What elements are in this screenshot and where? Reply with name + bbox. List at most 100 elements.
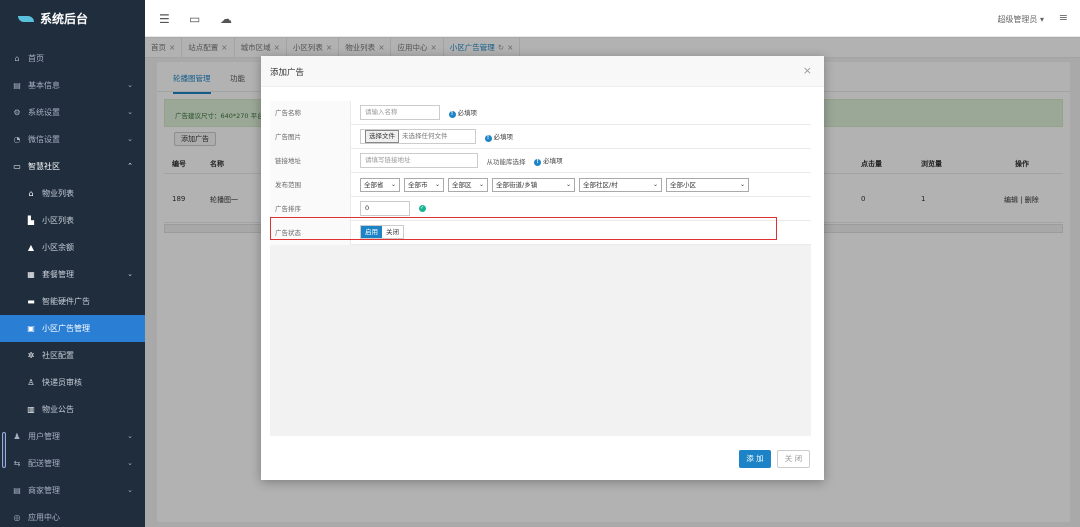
sidebar-item-label: 物业列表 (42, 189, 74, 198)
ad-name-input[interactable]: 请输入名称 (360, 105, 440, 120)
close-button[interactable]: 关 闭 (777, 450, 810, 468)
add-ad-dialog: 添加广告 × 广告名称 请输入名称 ! 必填项 广告图片 选择文件 未选择任何文件 … (261, 56, 824, 480)
chevron-down-icon: ⌄ (565, 181, 571, 188)
sidebar-item-app-center[interactable]: ◎ 应用中心 (0, 504, 145, 527)
city-select[interactable]: 全部市 ⌄ (404, 178, 444, 192)
sidebar-subitem-hardware-ad[interactable]: ▬ 智能硬件广告 (0, 288, 145, 315)
app-logo: 系统后台 (0, 0, 145, 37)
sidebar-subitem-estate-balance[interactable]: ▲ 小区余额 (0, 234, 145, 261)
sidebar-nav: ⌂ 首页 ▤ 基本信息 ⌄ ⚙ 系统设置 ⌄ ◔ 微信设置 ⌄ ▭ 智慧社区 ⌃ ⌂ 物业列表 ▙ 小… (0, 45, 145, 527)
required-hint: ! 必填项 (448, 107, 478, 118)
indent-icon[interactable]: ☰ (159, 12, 170, 26)
sidebar-scroll-handle[interactable] (2, 432, 6, 468)
ad-sort-input[interactable]: 0 (360, 201, 410, 216)
menu-icon[interactable]: ≡ (1059, 11, 1068, 24)
sidebar-subitem-courier-review[interactable]: ♙ 快递员审核 (0, 369, 145, 396)
gear-icon: ⚙ (13, 108, 21, 117)
ad-image-file-input[interactable]: 选择文件 未选择任何文件 (360, 129, 476, 144)
hardware-icon: ▬ (27, 297, 35, 306)
sidebar-item-home[interactable]: ⌂ 首页 (0, 45, 145, 72)
sidebar-item-delivery-management[interactable]: ⇆ 配送管理 ⌄ (0, 450, 145, 477)
sidebar-item-label: 小区余额 (42, 243, 74, 252)
chevron-down-icon: ⌄ (434, 181, 440, 188)
select-value: 全部市 (408, 181, 428, 189)
chevron-down-icon: ⌄ (127, 270, 133, 278)
form-row-link: 链接地址 请填写链接地址 从功能库选择 ! 必填项 (270, 149, 811, 173)
sidebar-item-label: 社区配置 (42, 351, 74, 360)
dialog-footer: 添 加 关 闭 (261, 436, 824, 480)
community-icon: ▭ (13, 162, 21, 171)
select-from-library-link[interactable]: 从功能库选择 (487, 156, 526, 166)
user-icon: ♟ (13, 432, 21, 441)
home-icon: ⌂ (28, 189, 34, 198)
sidebar-item-label: 套餐管理 (42, 270, 74, 279)
chevron-down-icon: ⌄ (127, 108, 133, 116)
sidebar-item-label: 快递员审核 (42, 378, 82, 387)
info-icon: ! (448, 111, 456, 118)
monitor-icon[interactable]: ▭ (189, 12, 200, 26)
sidebar-subitem-community-config[interactable]: ✲ 社区配置 (0, 342, 145, 369)
chevron-down-icon: ⌄ (127, 135, 133, 143)
file-status-text: 未选择任何文件 (402, 132, 448, 140)
courier-icon: ♙ (27, 378, 35, 387)
select-value: 全部小区 (670, 181, 696, 189)
close-icon[interactable]: × (803, 64, 812, 77)
chevron-up-icon: ⌃ (127, 162, 133, 170)
config-icon: ✲ (27, 351, 35, 360)
package-icon: ▦ (27, 270, 35, 279)
top-bar: ☰ ▭ ☁ 超级管理员 ▾ ≡ (145, 0, 1080, 37)
ad-icon: ▣ (27, 324, 35, 333)
sidebar-subitem-property-notice[interactable]: ▥ 物业公告 (0, 396, 145, 423)
choose-file-button[interactable]: 选择文件 (365, 130, 399, 143)
sidebar-subitem-estate-ad[interactable]: ▣ 小区广告管理 (0, 315, 145, 342)
sidebar-item-label: 小区列表 (42, 216, 74, 225)
field-label: 链接地址 (270, 149, 351, 173)
list-icon: ▤ (13, 81, 21, 90)
notice-icon: ▥ (27, 405, 35, 414)
sidebar-subitem-estate-list[interactable]: ▙ 小区列表 (0, 207, 145, 234)
sidebar-item-label: 用户管理 (28, 432, 60, 441)
field-label: 发布范围 (270, 173, 351, 197)
balance-icon: ▲ (27, 243, 35, 252)
required-text: 必填项 (493, 133, 514, 141)
app-title: 系统后台 (40, 12, 89, 26)
bird-logo-icon (18, 15, 34, 23)
sidebar-item-label: 应用中心 (28, 513, 60, 522)
dialog-body: 广告名称 请输入名称 ! 必填项 广告图片 选择文件 未选择任何文件 ! 必填项 链接… (270, 101, 811, 436)
sidebar-item-label: 商家管理 (28, 486, 60, 495)
sidebar-item-basic-info[interactable]: ▤ 基本信息 ⌄ (0, 72, 145, 99)
add-button[interactable]: 添 加 (739, 450, 771, 468)
field-label: 广告图片 (270, 125, 351, 149)
street-select[interactable]: 全部街道/乡镇 ⌄ (492, 178, 575, 192)
district-select[interactable]: 全部区 ⌄ (448, 178, 488, 192)
sidebar-item-label: 基本信息 (28, 81, 60, 90)
sidebar-item-label: 智能硬件广告 (42, 297, 90, 306)
form-row-name: 广告名称 请输入名称 ! 必填项 (270, 101, 811, 125)
sidebar-subitem-package[interactable]: ▦ 套餐管理 ⌄ (0, 261, 145, 288)
chevron-down-icon: ⌄ (127, 486, 133, 494)
sidebar-item-user-management[interactable]: ♟ 用户管理 ⌄ (0, 423, 145, 450)
ad-link-input[interactable]: 请填写链接地址 (360, 153, 478, 168)
chevron-down-icon: ⌄ (390, 181, 396, 188)
field-label: 广告名称 (270, 101, 351, 125)
sidebar-item-label: 智慧社区 (28, 162, 60, 171)
user-menu[interactable]: 超级管理员 ▾ (997, 14, 1044, 25)
sidebar-item-system-settings[interactable]: ⚙ 系统设置 ⌄ (0, 99, 145, 126)
building-icon: ▙ (27, 216, 35, 225)
info-icon: ! (484, 135, 492, 142)
required-text: 必填项 (457, 109, 478, 117)
delivery-icon: ⇆ (13, 459, 21, 468)
sidebar-item-smart-community[interactable]: ▭ 智慧社区 ⌃ (0, 153, 145, 180)
sidebar-subitem-property-list[interactable]: ⌂ 物业列表 (0, 180, 145, 207)
cloud-icon[interactable]: ☁ (220, 12, 232, 26)
community-select[interactable]: 全部社区/村 ⌄ (579, 178, 662, 192)
sidebar-item-wechat-settings[interactable]: ◔ 微信设置 ⌄ (0, 126, 145, 153)
estate-select[interactable]: 全部小区 ⌄ (666, 178, 749, 192)
sidebar-item-label: 配送管理 (28, 459, 60, 468)
check-icon: ✓ (418, 205, 426, 212)
province-select[interactable]: 全部省 ⌄ (360, 178, 400, 192)
chevron-down-icon: ⌄ (739, 181, 745, 188)
select-value: 全部区 (452, 181, 472, 189)
sidebar-item-merchant-management[interactable]: ▤ 商家管理 ⌄ (0, 477, 145, 504)
chevron-down-icon: ⌄ (127, 432, 133, 440)
